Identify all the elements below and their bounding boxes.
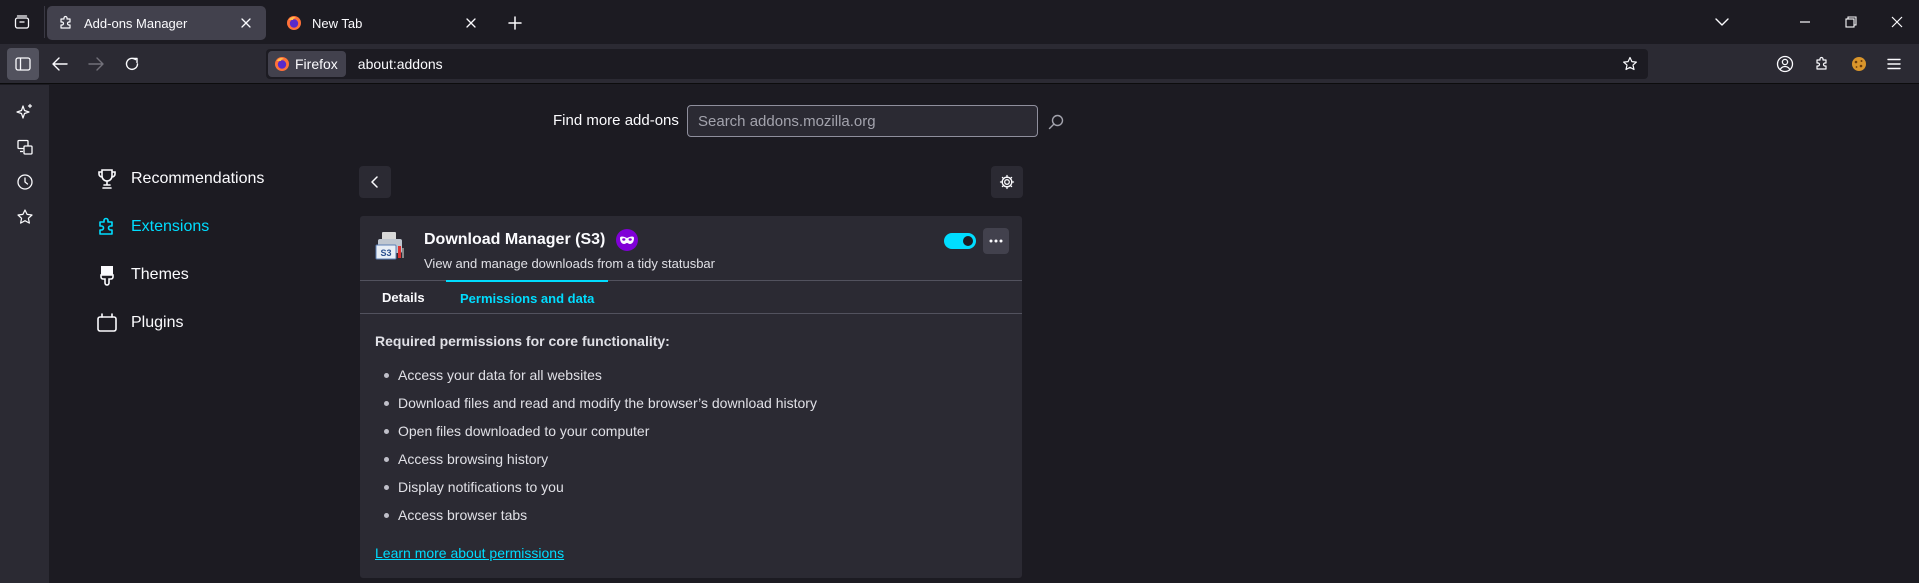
extensions-button[interactable] xyxy=(1806,48,1838,80)
more-options-button[interactable] xyxy=(983,228,1009,254)
category-extensions[interactable]: Extensions xyxy=(95,209,209,245)
account-icon xyxy=(1776,55,1794,73)
addon-icon-label: S3 xyxy=(380,248,391,258)
extension-action-button[interactable] xyxy=(1843,48,1875,80)
bookmark-star-button[interactable] xyxy=(1618,52,1642,76)
identity-label: Firefox xyxy=(295,56,338,72)
trophy-icon xyxy=(95,167,119,191)
category-themes[interactable]: Themes xyxy=(95,257,189,293)
account-button[interactable] xyxy=(1769,48,1801,80)
search-icon[interactable] xyxy=(1045,111,1067,133)
restore-icon xyxy=(1845,16,1857,28)
minimize-button[interactable] xyxy=(1788,6,1822,38)
history-button[interactable] xyxy=(10,167,40,197)
identity-box[interactable]: Firefox xyxy=(268,51,346,77)
addons-content: Find more add-ons Recommendations Extens… xyxy=(51,85,1919,583)
synced-tabs-icon xyxy=(17,139,33,155)
ai-chatbot-button[interactable] xyxy=(10,97,40,127)
tab-addons-manager[interactable]: Add-ons Manager xyxy=(47,6,266,40)
firefox-icon xyxy=(285,14,303,32)
addons-search-input[interactable] xyxy=(687,105,1038,137)
forward-button[interactable] xyxy=(80,48,112,80)
puzzle-icon xyxy=(1816,56,1827,70)
tab-overview-button[interactable] xyxy=(0,0,44,44)
back-to-list-button[interactable] xyxy=(359,166,391,198)
permission-item: Access browsing history xyxy=(384,445,817,473)
chevron-left-icon xyxy=(371,176,378,188)
addon-name: Download Manager (S3) xyxy=(424,231,606,248)
tab-new-tab[interactable]: New Tab xyxy=(275,6,491,40)
tab-details[interactable]: Details xyxy=(368,281,439,314)
close-tab-icon[interactable] xyxy=(236,13,256,33)
star-icon xyxy=(1623,56,1637,71)
category-label: Recommendations xyxy=(131,170,265,187)
permission-item: Display notifications to you xyxy=(384,473,817,501)
bookmarks-button[interactable] xyxy=(10,202,40,232)
find-more-label: Find more add-ons xyxy=(553,112,679,129)
hamburger-menu-icon xyxy=(1887,58,1901,70)
sidebar-icon xyxy=(15,57,31,71)
addon-detail-tabs: Details Permissions and data xyxy=(360,280,1022,314)
app-menu-button[interactable] xyxy=(1878,48,1910,80)
permission-item: Access your data for all websites xyxy=(384,361,817,389)
tab-permissions[interactable]: Permissions and data xyxy=(446,280,609,314)
required-permissions-heading: Required permissions for core functional… xyxy=(375,333,670,349)
star-icon xyxy=(17,209,33,224)
permission-item: Open files downloaded to your computer xyxy=(384,417,817,445)
puzzle-icon xyxy=(57,14,75,32)
permissions-list: Access your data for all websites Downlo… xyxy=(384,361,817,529)
navigation-toolbar: Firefox about:addons xyxy=(0,44,1919,84)
arrow-right-icon xyxy=(88,57,104,71)
puzzle-icon xyxy=(95,215,119,239)
tab-title: New Tab xyxy=(312,15,363,31)
addons-settings-button[interactable] xyxy=(991,166,1023,198)
close-window-button[interactable] xyxy=(1880,6,1914,38)
cookie-extension-icon xyxy=(1852,57,1866,71)
category-label: Plugins xyxy=(131,314,184,331)
vertical-sidebar xyxy=(0,85,50,583)
back-button[interactable] xyxy=(44,48,76,80)
tab-title: Add-ons Manager xyxy=(84,15,188,31)
brush-icon xyxy=(95,263,119,287)
list-all-tabs-button[interactable] xyxy=(1705,6,1739,38)
permission-item: Download files and read and modify the b… xyxy=(384,389,817,417)
url-bar[interactable]: Firefox about:addons xyxy=(266,49,1648,79)
plus-icon xyxy=(508,16,522,30)
sparkle-icon xyxy=(16,103,33,119)
arrow-left-icon xyxy=(52,57,68,71)
download-manager-icon: S3 xyxy=(374,230,406,262)
reload-icon xyxy=(125,57,139,70)
clock-icon xyxy=(17,174,33,190)
close-icon xyxy=(1891,16,1903,28)
reload-button[interactable] xyxy=(116,48,148,80)
category-label: Extensions xyxy=(131,218,210,235)
addon-enable-toggle[interactable] xyxy=(944,233,976,249)
new-tab-button[interactable] xyxy=(502,10,528,36)
url-text[interactable]: about:addons xyxy=(358,56,443,72)
private-browsing-badge-icon xyxy=(616,229,638,251)
gear-icon xyxy=(999,174,1015,190)
close-tab-icon[interactable] xyxy=(461,13,481,33)
plugin-icon xyxy=(95,311,119,335)
addon-card: S3 Download Manager (S3) View and manage… xyxy=(359,215,1023,579)
tab-list-icon xyxy=(14,15,30,29)
addon-description: View and manage downloads from a tidy st… xyxy=(424,256,715,271)
category-plugins[interactable]: Plugins xyxy=(95,305,183,341)
synced-tabs-button[interactable] xyxy=(10,132,40,162)
tab-strip: Add-ons Manager New Tab xyxy=(0,0,1919,44)
category-label: Themes xyxy=(131,266,189,283)
firefox-icon xyxy=(275,57,289,71)
chevron-down-icon xyxy=(1715,18,1729,26)
more-dots-icon xyxy=(989,239,1003,243)
learn-more-permissions-link[interactable]: Learn more about permissions xyxy=(375,545,564,561)
category-recommendations[interactable]: Recommendations xyxy=(95,161,264,197)
minimize-icon xyxy=(1800,21,1810,23)
permission-item: Access browser tabs xyxy=(384,501,817,529)
tab-separator xyxy=(44,6,45,38)
sidebar-toggle-button[interactable] xyxy=(7,48,39,80)
restore-button[interactable] xyxy=(1834,6,1868,38)
